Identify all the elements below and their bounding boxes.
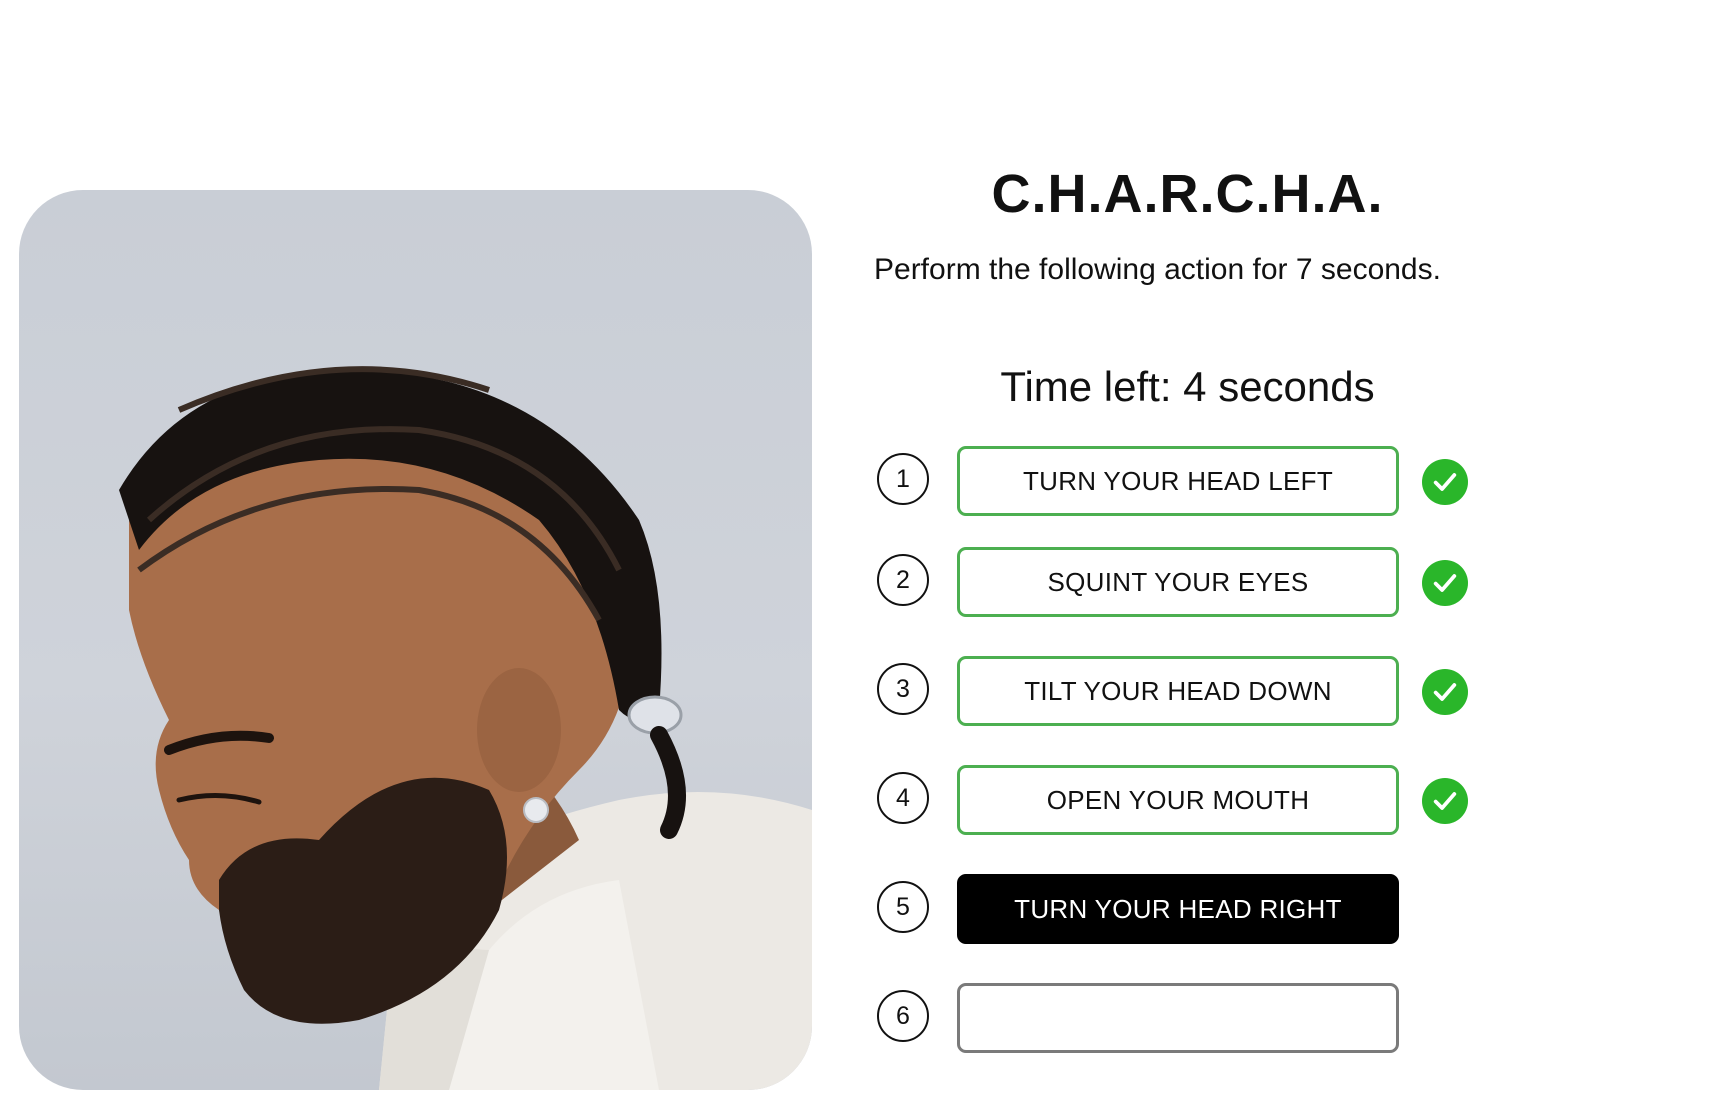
step-action-box-pending	[957, 983, 1399, 1053]
checkmark-icon	[1422, 669, 1468, 715]
instruction-text: Perform the following action for 7 secon…	[874, 253, 1441, 286]
step-number: 3	[877, 663, 929, 715]
timer-text: Time left: 4 seconds	[1000, 363, 1375, 410]
step-action-box: TILT YOUR HEAD DOWN	[957, 656, 1399, 726]
step-number: 2	[877, 554, 929, 606]
app-title: C.H.A.R.C.H.A.	[991, 164, 1384, 224]
step-row: 2 SQUINT YOUR EYES	[877, 547, 1477, 621]
step-action-box: TURN YOUR HEAD LEFT	[957, 446, 1399, 516]
step-row: 5 TURN YOUR HEAD RIGHT	[877, 874, 1477, 948]
step-row: 4 OPEN YOUR MOUTH	[877, 765, 1477, 839]
step-action-box: OPEN YOUR MOUTH	[957, 765, 1399, 835]
step-action-box-active: TURN YOUR HEAD RIGHT	[957, 874, 1399, 944]
step-number: 1	[877, 453, 929, 505]
step-number: 6	[877, 990, 929, 1042]
checkmark-icon	[1422, 459, 1468, 505]
step-number: 4	[877, 772, 929, 824]
step-row: 1 TURN YOUR HEAD LEFT	[877, 446, 1477, 520]
step-action-box: SQUINT YOUR EYES	[957, 547, 1399, 617]
step-number: 5	[877, 881, 929, 933]
action-steps-list: 1 TURN YOUR HEAD LEFT 2 SQUINT YOUR EYES…	[877, 446, 1477, 1066]
checkmark-icon	[1422, 778, 1468, 824]
user-photo	[19, 190, 812, 1090]
checkmark-icon	[1422, 560, 1468, 606]
person-profile-illustration	[119, 366, 812, 1090]
step-row: 6	[877, 983, 1477, 1057]
step-row: 3 TILT YOUR HEAD DOWN	[877, 656, 1477, 730]
